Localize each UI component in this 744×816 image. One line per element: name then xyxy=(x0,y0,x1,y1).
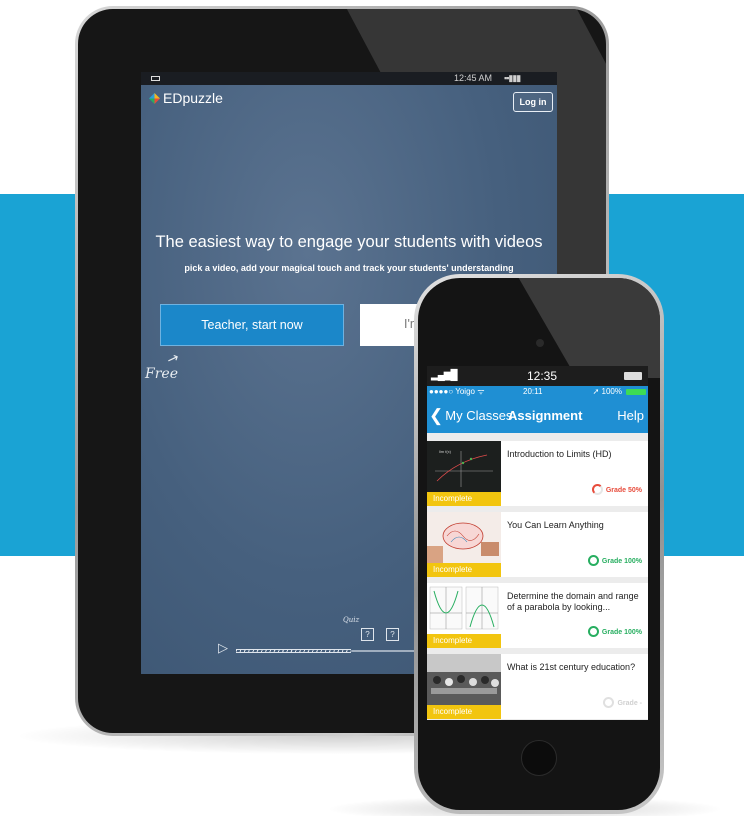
status-time: 12:45 AM xyxy=(454,73,493,83)
grade-ring-icon xyxy=(587,555,599,566)
phone-device: ▂▄▆█ 12:35 ●●●●○ Yoigo ᯤ 20:11 ➚ 100% ❮ M… xyxy=(414,274,664,814)
battery-icon xyxy=(624,372,642,380)
parabola-graph-graphic xyxy=(429,586,499,630)
battery-icon xyxy=(626,389,646,395)
hero-headline: The easiest way to engage your students … xyxy=(155,233,543,251)
battery-icon xyxy=(151,76,160,81)
grade-indicator: Grade 50% xyxy=(591,484,642,495)
status-badge: Incomplete xyxy=(427,563,501,577)
grade-ring-icon xyxy=(603,697,615,708)
brain-drawing-graphic xyxy=(427,522,499,563)
grade-label: Grade 50% xyxy=(605,487,642,494)
grade-label: Grade 100% xyxy=(601,558,642,565)
grade-label: Grade - xyxy=(617,700,642,707)
brand-name: EDpuzzle xyxy=(163,90,223,106)
grade-ring-icon xyxy=(587,626,599,637)
free-note: Free xyxy=(145,366,178,382)
assignment-card[interactable]: Incomplete Determine the domain and rang… xyxy=(427,583,648,648)
assignment-card[interactable]: lim f(x) Incomplete Introduction to Limi… xyxy=(427,441,648,506)
home-button[interactable] xyxy=(521,740,557,776)
tablet-status-bar: 12:45 AM ▪▪▮▮▮ xyxy=(141,72,557,85)
status-badge: Incomplete xyxy=(427,634,501,648)
phone-status-bar: ▂▄▆█ 12:35 xyxy=(427,366,648,386)
chevron-left-icon: ❮ xyxy=(429,406,444,425)
status-badge: Incomplete xyxy=(427,705,501,719)
nav-bar: ❮ My Classes Assignment Help xyxy=(427,398,648,433)
question-marker-icon: ? xyxy=(386,628,399,641)
assignment-card[interactable]: Incomplete What is 21st century educatio… xyxy=(427,654,648,719)
assignment-title: Determine the domain and range of a para… xyxy=(507,591,639,612)
status-time: 12:35 xyxy=(527,369,558,383)
grade-indicator: Grade - xyxy=(603,697,642,708)
help-button[interactable]: Help xyxy=(617,398,644,433)
battery-percent: ➚ 100% xyxy=(592,387,622,396)
edpuzzle-logo-icon xyxy=(149,93,160,104)
svg-text:lim f(x): lim f(x) xyxy=(439,449,452,454)
assignment-title: Introduction to Limits (HD) xyxy=(507,449,612,459)
signal-icon: ▂▄▆█ xyxy=(431,370,458,381)
phone-screen: ▂▄▆█ 12:35 ●●●●○ Yoigo ᯤ 20:11 ➚ 100% ❮ M… xyxy=(427,366,648,720)
signal-icon: ▪▪▮▮▮ xyxy=(504,73,521,83)
nav-title: Assignment xyxy=(508,408,583,423)
classroom-photo-graphic xyxy=(427,654,501,705)
grade-ring-icon xyxy=(591,484,603,495)
phone-sheen xyxy=(495,278,660,378)
status-badge: Incomplete xyxy=(427,492,501,506)
app-status-bar: ●●●●○ Yoigo ᯤ 20:11 ➚ 100% xyxy=(427,386,648,398)
carrier-label: ●●●●○ Yoigo ᯤ xyxy=(429,387,485,396)
assignment-card[interactable]: Incomplete You Can Learn Anything Grade … xyxy=(427,512,648,577)
play-doodle-icon: ▷ xyxy=(218,640,228,655)
hero-subheadline: pick a video, add your magical touch and… xyxy=(184,263,514,273)
assignment-title: You Can Learn Anything xyxy=(507,520,604,530)
phone-bezel: ▂▄▆█ 12:35 ●●●●○ Yoigo ᯤ 20:11 ➚ 100% ❮ M… xyxy=(418,278,660,810)
teacher-start-button[interactable]: Teacher, start now xyxy=(160,304,344,346)
timeline-doodle xyxy=(236,649,351,653)
limits-chalkboard-graphic: lim f(x) xyxy=(435,449,493,487)
back-button[interactable]: ❮ My Classes xyxy=(429,398,512,433)
brand-logo[interactable]: EDpuzzle xyxy=(149,90,223,106)
login-button[interactable]: Log in xyxy=(513,92,553,112)
grade-label: Grade 100% xyxy=(601,629,642,636)
quiz-note: Quiz xyxy=(343,616,360,624)
earpiece xyxy=(536,339,544,347)
question-marker-icon: ? xyxy=(361,628,374,641)
back-label: My Classes xyxy=(445,408,513,423)
grade-indicator: Grade 100% xyxy=(587,555,642,566)
assignment-title: What is 21st century education? xyxy=(507,662,636,672)
grade-indicator: Grade 100% xyxy=(587,626,642,637)
app-status-time: 20:11 xyxy=(523,387,543,396)
